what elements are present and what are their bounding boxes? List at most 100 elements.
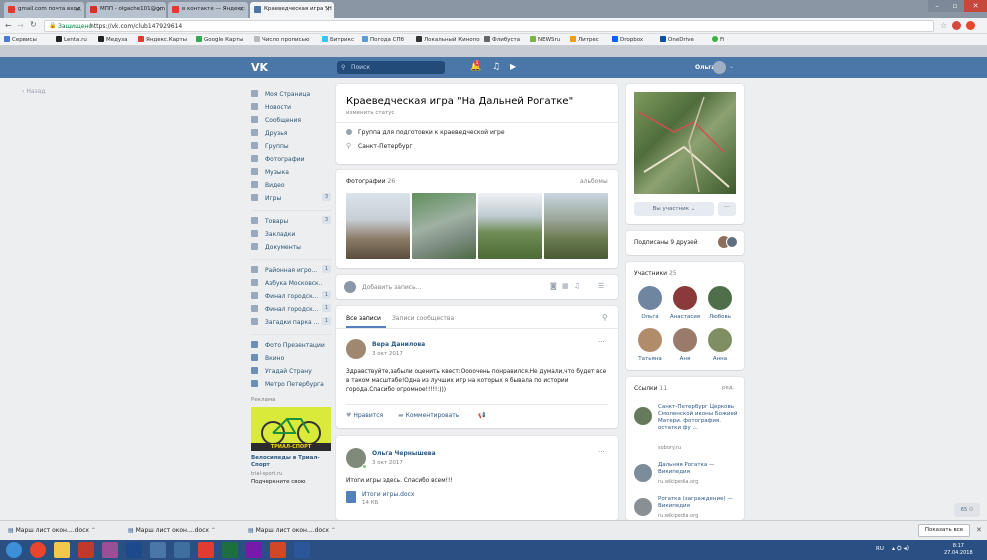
app-icon[interactable] <box>78 542 94 558</box>
ad-name[interactable]: Велосипеды в Триал-Спорт <box>251 455 331 469</box>
tab-all-posts[interactable]: Все записи <box>346 315 381 322</box>
member-avatar[interactable] <box>673 328 697 352</box>
link-title[interactable]: Санкт-Петербург Церковь Смоленской иконы… <box>658 404 738 439</box>
bookmark-google-maps[interactable]: Google Карты <box>196 36 243 43</box>
bookmark-lenta[interactable]: Lenta.ru <box>56 36 87 43</box>
user-avatar[interactable] <box>713 61 726 74</box>
close-window-button[interactable]: ✕ <box>964 0 987 12</box>
tab-mpp[interactable]: МПП - olgache101@gm ✕ <box>86 2 166 18</box>
group-map-image[interactable] <box>634 92 736 194</box>
bookmark-kinopoisk[interactable]: Локальный Кинопо <box>416 36 480 43</box>
member-name[interactable]: Анастасия <box>668 314 702 320</box>
menu-group-1[interactable]: Районная игро... 1 <box>251 265 331 276</box>
more-icon[interactable]: ··· <box>598 448 605 456</box>
comment-button[interactable]: ▬ Комментировать <box>398 412 459 419</box>
bookmark-dropbox[interactable]: Dropbox <box>612 36 643 43</box>
link-thumbnail[interactable] <box>634 407 652 425</box>
app-icon[interactable] <box>150 542 166 558</box>
member-name[interactable]: Любовь <box>706 314 734 320</box>
link-title[interactable]: Дальняя Рогатка — Википедия <box>658 462 738 476</box>
menu-music[interactable]: Музыка <box>251 168 331 178</box>
url-field[interactable]: 🔒 Защищено https://vk.com/club147929614 <box>44 20 934 32</box>
link-thumbnail[interactable] <box>634 464 652 482</box>
photoshop-icon[interactable] <box>126 542 142 558</box>
photo-thumbnail[interactable] <box>346 193 410 259</box>
camera-icon[interactable]: ◙ <box>550 282 557 290</box>
chat-widget-button[interactable]: 65 ⚇ <box>954 503 980 517</box>
close-icon[interactable]: ✕ <box>75 6 80 13</box>
post-composer[interactable]: Добавить запись... ◙ ▦ ♫ ☰ <box>336 275 618 299</box>
member-name[interactable]: Аня <box>673 356 697 362</box>
bookmark-flibusta[interactable]: Флибуста <box>484 36 520 43</box>
post-author[interactable]: Ольга Чернышева <box>372 450 436 457</box>
tab-active-vk[interactable]: Краеведческая игра "Н ✕ <box>250 2 334 18</box>
tab-community-posts[interactable]: Записи сообщества <box>392 315 454 322</box>
member-avatar[interactable] <box>638 286 662 310</box>
links-header[interactable]: Ссылки 11 <box>634 385 667 392</box>
music-icon[interactable]: ♫ <box>492 62 500 72</box>
show-all-downloads-button[interactable]: Показать все <box>918 524 970 537</box>
download-item[interactable]: ▤ Марш лист окон....docx ⌃ <box>248 527 336 534</box>
edit-links-link[interactable]: ред. <box>722 385 734 391</box>
like-button[interactable]: ♥ Нравится <box>346 412 383 419</box>
forward-arrow-icon[interactable]: → <box>17 21 24 30</box>
menu-group-4[interactable]: Финал городск... 1 <box>251 304 331 315</box>
chevron-up-icon[interactable]: ⌃ <box>91 527 96 534</box>
language-indicator[interactable]: RU <box>876 546 884 552</box>
menu-photos[interactable]: Фотографии <box>251 155 331 165</box>
chevron-up-icon[interactable]: ⌃ <box>331 527 336 534</box>
member-avatar[interactable] <box>638 328 662 352</box>
search-icon[interactable]: ⚲ <box>602 313 608 322</box>
ad-site[interactable]: trial-sport.ru <box>251 471 282 477</box>
chevron-up-icon[interactable]: ⌃ <box>211 527 216 534</box>
author-avatar[interactable] <box>346 339 366 359</box>
folder-icon[interactable] <box>54 542 70 558</box>
albums-link[interactable]: альбомы <box>580 178 608 185</box>
chrome-icon[interactable] <box>30 542 46 558</box>
menu-games[interactable]: Игры 3 <box>251 193 331 204</box>
menu-app-1[interactable]: Фото Презентации <box>251 341 331 351</box>
photo-thumbnail[interactable] <box>544 193 608 259</box>
menu-app-4[interactable]: Метро Петербурга <box>251 380 331 390</box>
link-thumbnail[interactable] <box>634 498 652 516</box>
menu-group-5[interactable]: Загадки парка ... 1 <box>251 317 331 328</box>
app-icon[interactable] <box>102 542 118 558</box>
bookmark-litres[interactable]: Литрес <box>570 36 599 43</box>
member-name[interactable]: Татьяна <box>636 356 664 362</box>
menu-news[interactable]: Новости <box>251 103 331 113</box>
tab-yandex-vk[interactable]: в контакте — Яндекс: ✕ <box>168 2 248 18</box>
bookmark-number-words[interactable]: Число прописью <box>254 36 310 43</box>
download-item[interactable]: ▤ Марш лист окон....docx ⌃ <box>8 527 96 534</box>
menu-video[interactable]: Видео <box>251 181 331 191</box>
share-icon[interactable]: 📢 <box>478 412 485 419</box>
menu-goods[interactable]: Товары 3 <box>251 216 331 227</box>
menu-bookmarks[interactable]: Закладки <box>251 230 331 240</box>
extension-icon[interactable] <box>952 21 961 30</box>
music-icon[interactable]: ♫ <box>574 282 580 290</box>
video-icon[interactable]: ▦ <box>562 282 569 290</box>
start-button[interactable] <box>6 542 22 558</box>
tray-icons[interactable]: ▴ ⛭ ◂) <box>892 545 909 553</box>
bookmark-newsru[interactable]: NEWSru <box>530 36 560 43</box>
menu-app-3[interactable]: Угадай Страну <box>251 367 331 377</box>
tab-gmail[interactable]: gmail.com почта вход ✕ <box>4 2 84 18</box>
star-icon[interactable]: ☆ <box>940 21 947 30</box>
post-date[interactable]: 3 окт 2017 <box>372 460 403 466</box>
close-icon[interactable]: ✕ <box>239 6 244 13</box>
menu-documents[interactable]: Документы <box>251 243 331 253</box>
group-city[interactable]: Санкт-Петербург <box>358 143 412 150</box>
member-status-button[interactable]: Вы участник ⌄ <box>634 202 714 216</box>
member-avatar[interactable] <box>673 286 697 310</box>
photos-header[interactable]: Фотографии 26 <box>346 178 395 185</box>
post-date[interactable]: 3 окт 2017 <box>372 351 403 357</box>
bookmark-bitrix[interactable]: Битрикс <box>322 36 354 43</box>
link-title[interactable]: Рогатка (заграждение) — Википедия <box>658 496 738 510</box>
ad-image[interactable]: ТРИАЛ-СПОРТ <box>251 407 331 451</box>
member-avatar[interactable] <box>708 328 732 352</box>
photo-thumbnail[interactable] <box>412 193 476 259</box>
extension-icon[interactable] <box>966 21 975 30</box>
menu-groups[interactable]: Группы <box>251 142 331 152</box>
friends-subscribed-card[interactable]: Подписаны 9 друзей <box>626 231 744 255</box>
menu-app-2[interactable]: Вкино <box>251 354 331 364</box>
edit-status-link[interactable]: изменить статус <box>346 110 394 116</box>
